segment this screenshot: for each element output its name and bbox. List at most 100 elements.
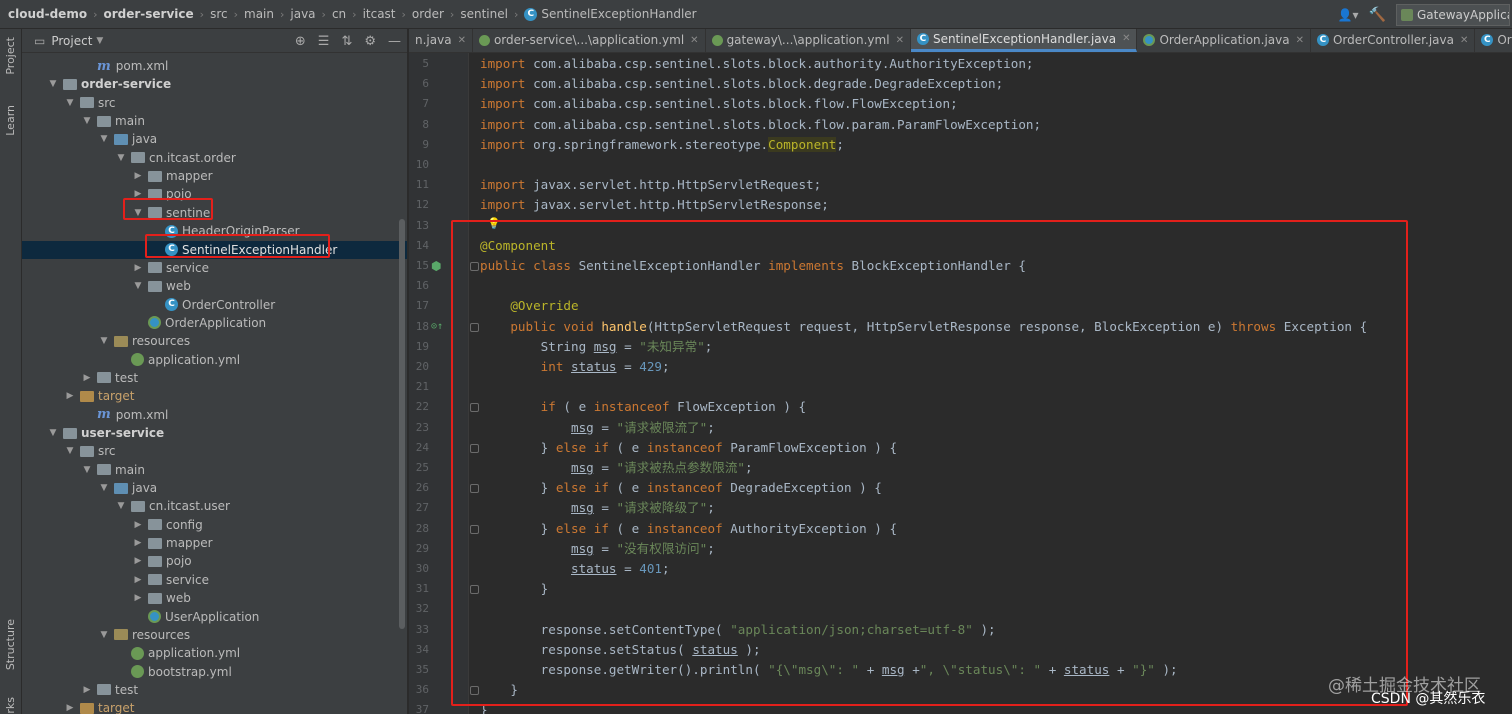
close-icon[interactable]: ✕ <box>896 35 904 46</box>
chevron-down-icon[interactable]: ▼ <box>115 153 127 163</box>
tree-item[interactable]: ▶COrderController <box>22 296 407 314</box>
tree-item[interactable]: ▼ java <box>22 479 407 497</box>
chevron-down-icon[interactable]: ▼ <box>98 630 110 640</box>
breadcrumb-item[interactable]: java <box>290 7 315 21</box>
tree-item[interactable]: ▶CHeaderOriginParser <box>22 222 407 240</box>
editor-tab[interactable]: C OrderController.java ✕ <box>1311 29 1476 52</box>
tree-item[interactable]: ▶UserApplication <box>22 608 407 626</box>
chevron-down-icon[interactable]: ▼ <box>98 483 110 493</box>
tree-item[interactable]: ▼ src <box>22 94 407 112</box>
fold-marker-icon[interactable] <box>470 443 479 453</box>
tree-item[interactable]: ▶ test <box>22 369 407 387</box>
tree-item[interactable]: ▶ target <box>22 699 407 714</box>
tree-item[interactable]: ▶ service <box>22 259 407 277</box>
tree-item[interactable]: ▶OrderApplication <box>22 314 407 332</box>
tree-item[interactable]: ▼ cn.itcast.order <box>22 149 407 167</box>
chevron-right-icon[interactable]: ▶ <box>132 575 144 585</box>
breadcrumb-item[interactable]: main <box>244 7 274 21</box>
fold-marker-icon[interactable] <box>470 524 479 534</box>
chevron-right-icon[interactable]: ▶ <box>64 703 76 713</box>
chevron-down-icon[interactable]: ▼ <box>115 501 127 511</box>
hide-panel-icon[interactable]: — <box>388 34 401 49</box>
tree-item[interactable]: ▶ mapper <box>22 167 407 185</box>
tree-item[interactable]: ▶application.yml <box>22 351 407 369</box>
chevron-down-icon[interactable]: ▼ <box>81 465 93 475</box>
editor-tab[interactable]: OrderApplication.java ✕ <box>1137 29 1311 52</box>
editor-tab[interactable]: C SentinelExceptionHandler.java ✕ <box>910 29 1138 52</box>
tree-item[interactable]: ▶ mapper <box>22 534 407 552</box>
tree-item[interactable]: ▼ resources <box>22 626 407 644</box>
chevron-right-icon[interactable]: ▶ <box>81 373 93 383</box>
tree-item[interactable]: ▶ target <box>22 387 407 405</box>
chevron-down-icon[interactable]: ▼ <box>47 79 59 89</box>
project-scrollbar[interactable] <box>399 219 405 629</box>
tree-item[interactable]: ▼ sentinel <box>22 204 407 222</box>
chevron-down-icon[interactable]: ▼ <box>98 134 110 144</box>
close-icon[interactable]: ✕ <box>1460 35 1468 46</box>
tree-item[interactable]: ▶bootstrap.yml <box>22 663 407 681</box>
chevron-right-icon[interactable]: ▶ <box>132 593 144 603</box>
breadcrumb-item[interactable]: C SentinelExceptionHandler <box>524 7 697 21</box>
chevron-down-icon[interactable]: ▼ <box>81 116 93 126</box>
tree-item[interactable]: ▼ order-service <box>22 75 407 93</box>
lightbulb-icon[interactable]: 💡 <box>487 214 501 234</box>
tree-item[interactable]: ▶CSentinelExceptionHandler <box>22 240 407 259</box>
chevron-down-icon[interactable]: ▼ <box>64 98 76 108</box>
chevron-down-icon[interactable]: ▼ <box>132 208 144 218</box>
breadcrumb-item[interactable]: cn <box>332 7 346 21</box>
run-configuration-select[interactable]: GatewayApplication <box>1396 3 1510 26</box>
breadcrumb-item[interactable]: order <box>412 7 444 21</box>
tree-item[interactable]: ▼ main <box>22 461 407 479</box>
bookmarks-tool-tab[interactable]: rks <box>4 697 17 714</box>
editor-tab[interactable]: gateway\...\application.yml ✕ <box>706 29 911 52</box>
editor-tab[interactable]: n.java ✕ <box>409 29 473 52</box>
chevron-down-icon[interactable]: ▼ <box>64 446 76 456</box>
fold-marker-icon[interactable] <box>470 262 479 271</box>
user-icon[interactable]: 👤▾ <box>1338 8 1359 22</box>
structure-tool-tab[interactable]: Structure <box>4 619 17 670</box>
build-hammer-icon[interactable]: 🔨 <box>1369 7 1386 23</box>
fold-marker-icon[interactable] <box>470 585 479 595</box>
close-icon[interactable]: ✕ <box>458 35 466 46</box>
spring-bean-icon[interactable]: ⬢ <box>431 256 441 276</box>
tree-item[interactable]: ▶ web <box>22 589 407 607</box>
editor-tab[interactable]: COrderService.java✕ <box>1475 29 1512 52</box>
tree-item[interactable]: ▶ config <box>22 516 407 534</box>
fold-marker-icon[interactable] <box>470 484 479 494</box>
close-icon[interactable]: ✕ <box>1122 33 1130 44</box>
tree-item[interactable]: ▼ cn.itcast.user <box>22 497 407 515</box>
tree-item[interactable]: ▼ java <box>22 130 407 148</box>
breadcrumb-item[interactable]: order-service <box>103 7 193 21</box>
chevron-right-icon[interactable]: ▶ <box>132 538 144 548</box>
override-method-icon[interactable]: ⊙↑ <box>431 317 443 337</box>
tree-item[interactable]: ▶ test <box>22 681 407 699</box>
tree-item[interactable]: ▶ service <box>22 571 407 589</box>
code-area[interactable]: 5 import com.alibaba.csp.sentinel.slots.b… <box>409 53 1512 714</box>
chevron-right-icon[interactable]: ▶ <box>132 171 144 181</box>
tree-item[interactable]: ▶mpom.xml <box>22 57 407 75</box>
tree-item[interactable]: ▶mpom.xml <box>22 406 407 424</box>
breadcrumb-item[interactable]: src <box>210 7 228 21</box>
tree-item[interactable]: ▼ resources <box>22 332 407 350</box>
tree-item[interactable]: ▼ user-service <box>22 424 407 442</box>
tree-item[interactable]: ▼ src <box>22 442 407 460</box>
breadcrumb-item[interactable]: cloud-demo <box>8 7 87 21</box>
fold-marker-icon[interactable] <box>470 686 479 696</box>
close-icon[interactable]: ✕ <box>1296 35 1304 46</box>
fold-marker-icon[interactable] <box>470 322 479 332</box>
chevron-right-icon[interactable]: ▶ <box>132 263 144 273</box>
tree-item[interactable]: ▶application.yml <box>22 644 407 662</box>
gear-icon[interactable]: ⚙ <box>364 34 376 49</box>
chevron-down-icon[interactable]: ▼ <box>132 281 144 291</box>
chevron-right-icon[interactable]: ▶ <box>81 685 93 695</box>
breadcrumb-item[interactable]: sentinel <box>460 7 508 21</box>
project-panel-title[interactable]: Project <box>51 34 92 48</box>
chevron-down-icon[interactable]: ▼ <box>47 428 59 438</box>
tree-item[interactable]: ▶ pojo <box>22 185 407 203</box>
learn-tool-tab[interactable]: Learn <box>4 105 17 136</box>
chevron-right-icon[interactable]: ▶ <box>132 520 144 530</box>
expand-all-icon[interactable]: ☰ <box>318 34 330 49</box>
tree-item[interactable]: ▼ web <box>22 277 407 295</box>
fold-marker-icon[interactable] <box>470 403 479 413</box>
chevron-right-icon[interactable]: ▶ <box>64 391 76 401</box>
